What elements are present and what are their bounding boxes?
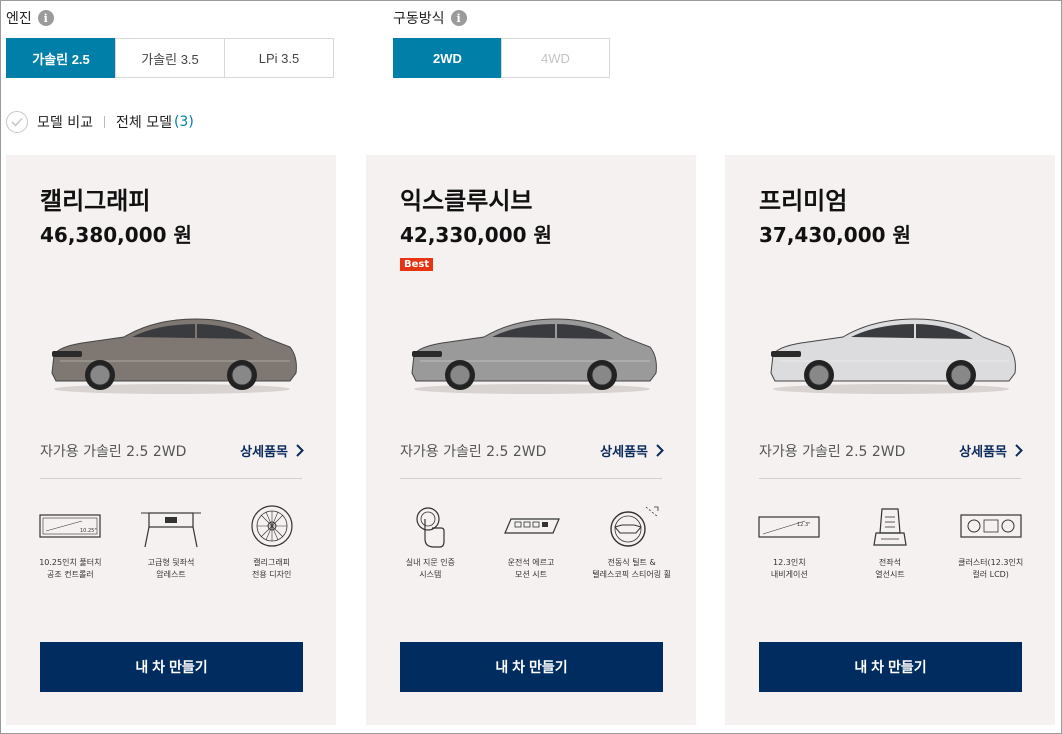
- divider: [103, 116, 105, 128]
- feature-list: 실내 지문 인증 시스템 운전석 에르고 모션 시트 전동식 틸트 & 텔레스코픽 …: [380, 503, 682, 581]
- car-image: [770, 318, 1016, 394]
- trim-label: 자가용 가솔린 2.5 2WD: [40, 444, 187, 460]
- best-badge: Best: [400, 258, 434, 271]
- drive-selector: 2WD 4WD: [393, 38, 610, 78]
- feature-item: 전좌석 열선시트: [842, 503, 938, 581]
- feature-list: 10.25" 10.25인치 풀터치 공조 컨트롤러 고급형 뒷좌석 암레스트 캘리그…: [20, 503, 322, 581]
- detail-link[interactable]: 상세품목: [959, 441, 1023, 460]
- detail-link[interactable]: 상세품목: [600, 441, 664, 460]
- wheel-icon: [251, 505, 293, 547]
- feature-label: 10.25인치 풀터치 공조 컨트롤러: [39, 558, 102, 579]
- car-image: [411, 318, 657, 394]
- divider: [40, 478, 302, 479]
- compare-models-label[interactable]: 모델 비교: [37, 112, 93, 132]
- drive-option-2wd[interactable]: 2WD: [393, 38, 502, 78]
- feature-label: 운전석 에르고 모션 시트: [507, 558, 555, 579]
- drive-option-4wd: 4WD: [501, 38, 610, 78]
- feature-item: 캘리그래피 전용 디자인: [224, 503, 320, 581]
- model-name: 프리미엄: [759, 187, 848, 215]
- engine-selector: 가솔린 2.5 가솔린 3.5 LPi 3.5: [6, 38, 334, 78]
- engine-option-gasoline-2.5[interactable]: 가솔린 2.5: [6, 38, 116, 78]
- detail-link-label: 상세품목: [959, 445, 1007, 460]
- build-my-car-button[interactable]: 내 차 만들기: [400, 642, 663, 692]
- engine-label: 엔진: [6, 11, 32, 27]
- feature-list: 12.3" 12.3인치 내비게이션 전좌석 열선시트 클러스터(12.3인치 컬러 …: [739, 503, 1041, 581]
- drive-filter-label: 구동방식 i: [393, 8, 467, 28]
- divider: [759, 478, 1021, 479]
- feature-label: 12.3인치 내비게이션: [770, 558, 808, 579]
- seat-control-icon: [504, 518, 560, 534]
- engine-option-lpi-3.5[interactable]: LPi 3.5: [224, 38, 334, 78]
- feature-label: 클러스터(12.3인치 컬러 LCD): [958, 558, 1024, 579]
- feature-item: 실내 지문 인증 시스템: [382, 503, 478, 581]
- model-price: 46,380,000 원: [40, 223, 192, 247]
- detail-link-label: 상세품목: [600, 445, 648, 460]
- feature-label: 전좌석 열선시트: [875, 558, 905, 579]
- divider: [400, 478, 662, 479]
- check-circle-icon[interactable]: [6, 111, 28, 133]
- engine-filter-label: 엔진 i: [6, 8, 54, 28]
- feature-item: 클러스터(12.3인치 컬러 LCD): [943, 503, 1039, 581]
- chevron-right-icon: [1015, 444, 1023, 457]
- model-name: 캘리그래피: [40, 187, 151, 215]
- svg-text:10.25": 10.25": [80, 528, 97, 534]
- engine-option-gasoline-3.5[interactable]: 가솔린 3.5: [115, 38, 225, 78]
- info-icon[interactable]: i: [37, 10, 54, 26]
- feature-item: 운전석 에르고 모션 시트: [483, 503, 579, 581]
- feature-label: 실내 지문 인증 시스템: [405, 558, 455, 579]
- chevron-right-icon: [296, 444, 304, 457]
- car-image: [51, 318, 297, 394]
- detail-link-label: 상세품목: [240, 445, 288, 460]
- svg-text:12.3": 12.3": [797, 522, 810, 528]
- fingerprint-icon: [416, 507, 445, 548]
- model-card: 프리미엄 37,430,000 원자가용 가솔린 2.5 2WD 상세품목 12.3"…: [725, 155, 1055, 725]
- feature-label: 캘리그래피 전용 디자인: [251, 558, 292, 579]
- touch-screen-icon: 10.25": [39, 514, 101, 538]
- drive-label: 구동방식: [393, 11, 445, 27]
- trim-label: 자가용 가솔린 2.5 2WD: [759, 444, 906, 460]
- trim-label: 자가용 가솔린 2.5 2WD: [400, 444, 547, 460]
- feature-item: 전동식 틸트 & 텔레스코픽 스티어링 휠: [584, 503, 680, 581]
- steering-wheel-icon: [609, 506, 659, 547]
- navigation-screen-icon: 12.3": [758, 516, 820, 538]
- model-price: 42,330,000 원: [400, 223, 552, 247]
- cluster-icon: [960, 514, 1022, 538]
- detail-link[interactable]: 상세품목: [240, 441, 304, 460]
- feature-item: 고급형 뒷좌석 암레스트: [123, 503, 219, 581]
- heated-seat-icon: [873, 508, 907, 546]
- feature-label: 고급형 뒷좌석 암레스트: [147, 558, 195, 579]
- chevron-right-icon: [656, 444, 664, 457]
- model-card: 캘리그래피 46,380,000 원자가용 가솔린 2.5 2WD 상세품목 10.2…: [6, 155, 336, 725]
- compare-row: 모델 비교 전체 모델 (3): [6, 111, 194, 133]
- model-count: (3): [173, 114, 194, 130]
- feature-item: 10.25" 10.25인치 풀터치 공조 컨트롤러: [22, 503, 118, 581]
- all-models-label[interactable]: 전체 모델: [116, 112, 172, 132]
- rear-armrest-icon: [140, 512, 201, 548]
- model-price: 37,430,000 원: [759, 223, 911, 247]
- build-my-car-button[interactable]: 내 차 만들기: [759, 642, 1022, 692]
- feature-label: 전동식 틸트 & 텔레스코픽 스티어링 휠: [592, 558, 671, 579]
- build-my-car-button[interactable]: 내 차 만들기: [40, 642, 303, 692]
- model-card: 익스클루시브 42,330,000 원 Best 자가용 가솔린 2.5 2WD 상세품…: [366, 155, 696, 725]
- info-icon[interactable]: i: [450, 10, 467, 26]
- model-name: 익스클루시브: [400, 187, 533, 215]
- feature-item: 12.3" 12.3인치 내비게이션: [741, 503, 837, 581]
